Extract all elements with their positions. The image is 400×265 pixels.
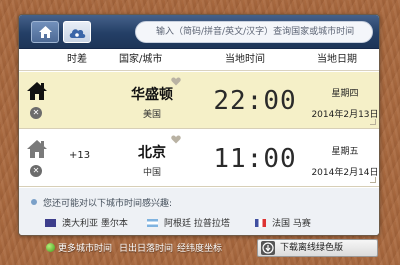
world-clock-widget: 时差 国家/城市 当地时间 当地日期 ✕ 华盛顿 美国 22:00 星期四 20… [18,14,380,236]
city-name: 华盛顿 [131,87,173,103]
city-name: 北京 [138,145,166,161]
suggestion-item[interactable]: 法国 马赛 [255,216,311,229]
table-row[interactable]: ✕ 华盛顿 美国 22:00 星期四 2014年2月13日 [19,72,379,129]
resize-grip [370,177,376,183]
local-time-display: 11:00 [213,144,297,174]
download-label: 下载离线绿色版 [280,243,344,253]
time-offset: +13 [69,150,91,161]
header-local-date: 当地日期 [317,54,357,65]
header-local-time: 当地时间 [225,54,265,65]
home-city-icon[interactable] [26,139,48,159]
city-search-input[interactable] [135,21,373,43]
resize-grip [370,119,376,125]
home-icon [38,26,52,38]
download-offline-button[interactable]: 下载离线绿色版 [257,239,378,257]
suggestion-item[interactable]: 澳大利亚 墨尔本 [45,216,128,229]
home-city-icon [27,82,47,100]
remove-city-button[interactable]: ✕ [30,165,42,177]
suggestion-label: 阿根廷 拉普拉塔 [164,219,230,229]
france-flag-icon [255,218,266,227]
cloud-icon [69,28,86,38]
sunrise-sunset-link[interactable]: 日出日落时间 [119,241,173,254]
weekday: 星期五 [331,147,359,157]
local-time-display: 22:00 [213,86,297,116]
suggestions-panel: 您还可能对以下城市时间感兴趣: 澳大利亚 墨尔本 阿根廷 拉普拉塔 法国 马赛 [19,188,379,235]
weekday: 星期四 [331,89,359,99]
favorite-heart-icon[interactable] [171,77,181,86]
suggestion-item[interactable]: 阿根廷 拉普拉塔 [147,216,230,229]
more-city-times-link[interactable]: 更多城市时间 [58,241,112,254]
table-header: 时差 国家/城市 当地时间 当地日期 [19,49,379,71]
suggestion-label: 澳大利亚 墨尔本 [62,219,128,229]
argentina-flag-icon [147,218,158,227]
favorite-heart-icon[interactable] [171,135,181,144]
suggestion-label: 法国 马赛 [272,219,311,229]
table-row[interactable]: ✕ +13 北京 中国 11:00 星期五 2014年2月14日 [19,130,379,187]
bullet-icon [31,199,37,205]
australia-flag-icon [45,218,56,227]
cloud-tab[interactable] [63,21,91,43]
suggestions-hint: 您还可能对以下城市时间感兴趣: [43,199,173,209]
status-dot-icon [46,243,55,252]
header-country-city: 国家/城市 [119,54,163,65]
country-name: 美国 [142,110,161,120]
country-name: 中国 [142,168,161,178]
header-offset: 时差 [67,54,87,65]
coordinates-link[interactable]: 经纬度坐标 [177,241,222,254]
home-tab[interactable] [31,21,59,43]
remove-city-button[interactable]: ✕ [30,107,42,119]
top-toolbar [19,15,379,49]
download-icon [261,241,275,255]
